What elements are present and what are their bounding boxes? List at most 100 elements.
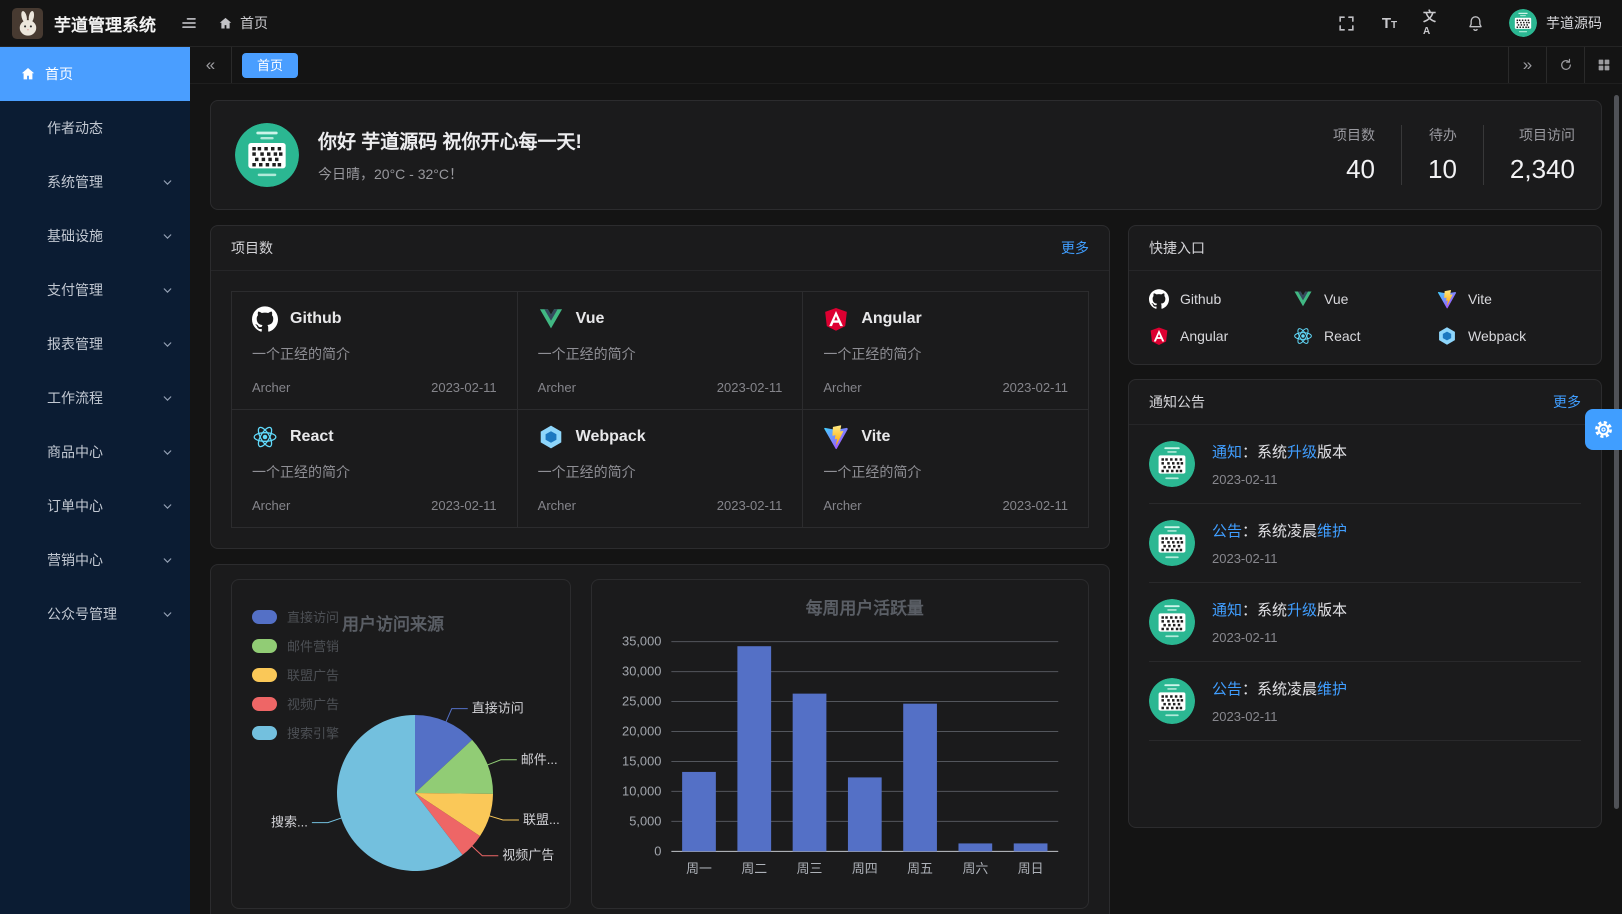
shortcut-link[interactable]: Github [1149,289,1293,309]
sidebar-item[interactable]: 订单中心 [0,479,190,533]
project-name: Vite [861,428,890,446]
qr-avatar-icon [1149,520,1195,566]
shortcut-label: Vue [1324,291,1348,307]
sidebar-item[interactable]: 系统管理 [0,155,190,209]
svg-text:每周用户活跃量: 每周用户活跃量 [806,598,924,618]
legend-item[interactable]: 直接访问 [252,607,339,626]
sidebar-item[interactable]: 营销中心 [0,533,190,587]
svg-text:25,000: 25,000 [622,694,661,709]
qr-avatar-icon [1509,9,1537,37]
project-card[interactable]: Angular 一个正经的简介 Archer 2023-02-11 [803,292,1088,409]
projects-more-link[interactable]: 更多 [1061,238,1089,258]
legend-swatch [252,668,277,682]
shortcut-link[interactable]: Webpack [1437,326,1581,346]
shortcut-label: Github [1180,291,1221,307]
tab-home[interactable]: 首页 [242,53,298,78]
bell-icon[interactable] [1466,14,1485,33]
sidebar-item[interactable]: 首页 [0,47,190,101]
welcome-weather: 今日晴，20°C - 32°C！ [318,164,582,184]
translate-icon[interactable]: 文A [1423,14,1442,33]
notice-date: 2023-02-11 [1212,630,1347,645]
bar-chart-card: 每周用户活跃量05,00010,00015,00020,00025,00030,… [591,579,1089,909]
shortcuts-card-title: 快捷入口 [1149,238,1205,258]
chevron-down-icon [161,284,174,297]
breadcrumb-item-home[interactable]: 首页 [240,13,268,33]
sidebar-item[interactable]: 支付管理 [0,263,190,317]
legend-label: 搜索引擎 [287,723,339,742]
sidebar-item[interactable]: 报表管理 [0,317,190,371]
project-date: 2023-02-11 [1002,498,1068,513]
sidebar-item-label: 基础设施 [47,226,103,246]
qr-avatar-icon [1149,678,1195,724]
shortcut-link[interactable]: Vite [1437,289,1581,309]
svg-text:搜索...: 搜索... [271,815,308,830]
svg-text:视频广告: 视频广告 [502,848,554,863]
project-card[interactable]: Vite 一个正经的简介 Archer 2023-02-11 [803,410,1088,527]
legend-item[interactable]: 搜索引擎 [252,723,339,742]
project-date: 2023-02-11 [1002,380,1068,395]
sidebar-item[interactable]: 商品中心 [0,425,190,479]
pie-chart-card: 直接访问邮件...联盟...视频广告搜索... 用户访问来源 直接访问 邮件营销… [231,579,571,909]
notice-title: 公告：系统凌晨维护 [1212,520,1347,541]
welcome-card: 你好 芋道源码 祝你开心每一天! 今日晴，20°C - 32°C！ 项目数 40… [210,100,1602,210]
grid-icon[interactable] [1584,47,1622,83]
svg-text:15,000: 15,000 [622,753,661,768]
notice-item[interactable]: 公告：系统凌晨维护 2023-02-11 [1149,662,1581,741]
top-header: 芋道管理系统 首页 TT文A芋道源码 [0,0,1622,47]
chevron-down-icon [161,608,174,621]
shortcut-link[interactable]: React [1293,326,1437,346]
sidebar-item-label: 订单中心 [47,496,103,516]
stat-label: 项目访问 [1510,125,1575,145]
user-name: 芋道源码 [1546,13,1602,33]
sidebar-item[interactable]: 作者动态 [0,101,190,155]
legend-item[interactable]: 视频广告 [252,694,339,713]
project-card[interactable]: Github 一个正经的简介 Archer 2023-02-11 [232,292,517,409]
pie-chart-legend: 直接访问 邮件营销 联盟广告 视频广告 搜索引擎 [252,607,339,752]
legend-label: 邮件营销 [287,636,339,655]
project-author: Archer [252,380,290,395]
notices-more-link[interactable]: 更多 [1553,392,1581,412]
shortcuts-card: 快捷入口 Github Vue Vite Angular React Webpa… [1128,225,1602,365]
sidebar-item-label: 支付管理 [47,280,103,300]
chevron-down-icon [161,500,174,513]
project-card[interactable]: Vue 一个正经的简介 Archer 2023-02-11 [518,292,803,409]
notice-item[interactable]: 通知：系统升级版本 2023-02-11 [1149,583,1581,662]
fullscreen-icon[interactable] [1337,14,1356,33]
hamburger-icon[interactable] [180,14,198,32]
shortcut-link[interactable]: Angular [1149,326,1293,346]
refresh-icon[interactable] [1546,47,1584,83]
project-card[interactable]: React 一个正经的简介 Archer 2023-02-11 [232,410,517,527]
sidebar-item[interactable]: 基础设施 [0,209,190,263]
project-desc: 一个正经的简介 [538,462,783,482]
shortcut-link[interactable]: Vue [1293,289,1437,309]
svg-text:直接访问: 直接访问 [472,701,524,716]
qr-avatar-icon [235,123,299,187]
project-card[interactable]: Webpack 一个正经的简介 Archer 2023-02-11 [518,410,803,527]
shortcut-label: Webpack [1468,328,1526,344]
welcome-stats: 项目数 40 待办 10 项目访问 2,340 [1307,125,1577,185]
collapse-left-icon[interactable]: « [190,47,232,83]
font-size-icon[interactable]: TT [1380,14,1399,33]
project-name: Angular [861,310,921,328]
user-menu[interactable]: 芋道源码 [1509,9,1602,37]
svg-text:周三: 周三 [797,861,823,876]
projects-card-title: 项目数 [231,238,273,258]
svg-text:周四: 周四 [852,861,878,876]
scrollbar[interactable] [1614,95,1619,809]
sidebar-nav: 首页 作者动态 系统管理 基础设施 支付管理 报表管理 工作流程 商品中心 订单… [0,47,190,914]
projects-grid: Github 一个正经的简介 Archer 2023-02-11 Vue 一个正… [231,291,1089,528]
notice-item[interactable]: 通知：系统升级版本 2023-02-11 [1149,425,1581,504]
notice-item[interactable]: 公告：系统凌晨维护 2023-02-11 [1149,504,1581,583]
sidebar-item[interactable]: 工作流程 [0,371,190,425]
expand-right-icon[interactable]: » [1508,47,1546,83]
project-name: Vue [576,310,605,328]
gear-icon[interactable] [1585,409,1622,450]
sidebar-item[interactable]: 公众号管理 [0,587,190,641]
github-icon [1149,289,1169,309]
legend-item[interactable]: 联盟广告 [252,665,339,684]
legend-item[interactable]: 邮件营销 [252,636,339,655]
project-desc: 一个正经的简介 [538,344,783,364]
rabbit-logo[interactable] [12,8,43,39]
notice-date: 2023-02-11 [1212,709,1347,724]
qr-avatar-icon [1149,599,1195,645]
